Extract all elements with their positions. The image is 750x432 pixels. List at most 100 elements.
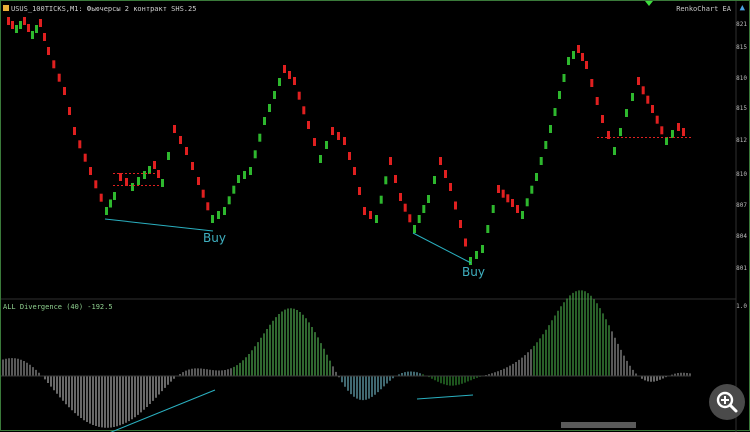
chart-canvas[interactable] bbox=[1, 1, 750, 432]
indicator-divergence-line bbox=[416, 394, 474, 400]
renko-dot bbox=[681, 137, 683, 138]
renko-brick bbox=[553, 108, 557, 116]
renko-brick bbox=[11, 21, 14, 29]
renko-brick bbox=[173, 125, 176, 133]
renko-dot bbox=[129, 185, 131, 186]
divergence-line bbox=[104, 218, 214, 232]
renko-brick bbox=[197, 177, 200, 185]
renko-brick bbox=[671, 130, 674, 138]
renko-dot bbox=[669, 137, 671, 138]
renko-brick bbox=[590, 79, 594, 87]
renko-brick bbox=[511, 199, 514, 207]
renko-brick bbox=[227, 196, 231, 205]
renko-brick bbox=[454, 201, 457, 210]
indicator-divergence-line bbox=[110, 389, 216, 432]
renko-dot bbox=[153, 173, 155, 174]
renko-brick bbox=[641, 86, 645, 95]
renko-dot bbox=[117, 185, 119, 186]
price-label: 810 bbox=[736, 75, 747, 82]
renko-brick bbox=[464, 238, 467, 247]
divergence-line bbox=[412, 232, 472, 264]
zoom-button[interactable] bbox=[709, 384, 745, 420]
renko-brick bbox=[19, 21, 22, 29]
price-label: 810 bbox=[736, 171, 747, 178]
renko-brick bbox=[113, 192, 116, 200]
renko-brick bbox=[268, 104, 271, 112]
renko-brick bbox=[302, 106, 306, 115]
indicator-title: ALL Divergence (40) -192.5 bbox=[3, 303, 113, 311]
ea-label: RenkoChart EA bbox=[676, 5, 731, 13]
renko-brick bbox=[413, 225, 416, 233]
renko-dot bbox=[653, 137, 655, 138]
renko-brick bbox=[211, 215, 214, 223]
price-label: 801 bbox=[736, 265, 747, 272]
renko-brick bbox=[595, 97, 599, 105]
renko-dot bbox=[117, 173, 119, 174]
renko-dot bbox=[621, 137, 623, 138]
renko-dot bbox=[145, 185, 147, 186]
renko-brick bbox=[185, 147, 188, 155]
renko-brick bbox=[206, 202, 210, 211]
renko-dot bbox=[157, 185, 159, 186]
renko-brick bbox=[99, 193, 103, 202]
renko-brick bbox=[613, 147, 616, 155]
renko-brick bbox=[263, 117, 266, 125]
triangle-marker-icon bbox=[645, 1, 653, 6]
chart-window[interactable]: USUS_100TICKS,M1: Фьючерсы 2 контракт SH… bbox=[0, 0, 750, 432]
renko-dot bbox=[637, 137, 639, 138]
symbol-info: USUS_100TICKS,M1: Фьючерсы 2 контракт SH… bbox=[3, 5, 196, 13]
renko-brick bbox=[313, 138, 316, 146]
renko-brick bbox=[475, 251, 478, 259]
renko-brick bbox=[232, 185, 236, 194]
renko-dot bbox=[625, 137, 627, 138]
renko-brick bbox=[353, 167, 356, 175]
renko-brick bbox=[343, 137, 346, 145]
renko-brick bbox=[369, 211, 372, 219]
renko-dot bbox=[629, 137, 631, 138]
renko-brick bbox=[331, 127, 334, 135]
renko-brick bbox=[73, 127, 76, 135]
renko-brick bbox=[243, 171, 246, 179]
renko-brick bbox=[389, 157, 392, 165]
renko-dot bbox=[149, 173, 151, 174]
renko-brick bbox=[660, 126, 664, 135]
renko-dot bbox=[633, 137, 635, 138]
renko-brick bbox=[417, 215, 421, 223]
renko-dot bbox=[113, 185, 115, 186]
renko-brick bbox=[358, 187, 361, 195]
renko-brick bbox=[549, 125, 552, 133]
renko-dot bbox=[125, 185, 127, 186]
renko-dot bbox=[141, 173, 143, 174]
renko-brick bbox=[422, 205, 426, 213]
price-label: 812 bbox=[736, 137, 747, 144]
price-label: 821 bbox=[736, 21, 747, 28]
renko-brick bbox=[167, 152, 170, 160]
renko-brick bbox=[83, 153, 87, 162]
renko-brick bbox=[677, 123, 680, 131]
renko-brick bbox=[273, 91, 276, 99]
renko-brick bbox=[379, 195, 383, 204]
renko-brick bbox=[23, 17, 26, 25]
renko-brick bbox=[665, 137, 668, 145]
renko-brick bbox=[562, 74, 566, 82]
renko-dot bbox=[133, 185, 135, 186]
renko-brick bbox=[384, 176, 388, 185]
renko-brick bbox=[581, 53, 584, 61]
renko-dot bbox=[141, 185, 143, 186]
renko-brick bbox=[651, 105, 654, 113]
renko-brick bbox=[278, 78, 281, 86]
renko-dot bbox=[149, 185, 151, 186]
renko-brick bbox=[501, 189, 505, 198]
renko-dot bbox=[677, 137, 679, 138]
horizontal-scrollbar[interactable] bbox=[561, 422, 636, 428]
renko-brick bbox=[258, 133, 262, 142]
renko-brick bbox=[35, 25, 38, 33]
indicator-scale-label: 1.0 bbox=[736, 303, 747, 310]
renko-brick bbox=[105, 207, 108, 215]
renko-dot bbox=[605, 137, 607, 138]
renko-brick bbox=[325, 141, 328, 149]
renko-brick bbox=[288, 71, 291, 79]
renko-brick bbox=[143, 171, 146, 179]
renko-dot bbox=[641, 137, 643, 138]
renko-brick bbox=[348, 152, 351, 160]
